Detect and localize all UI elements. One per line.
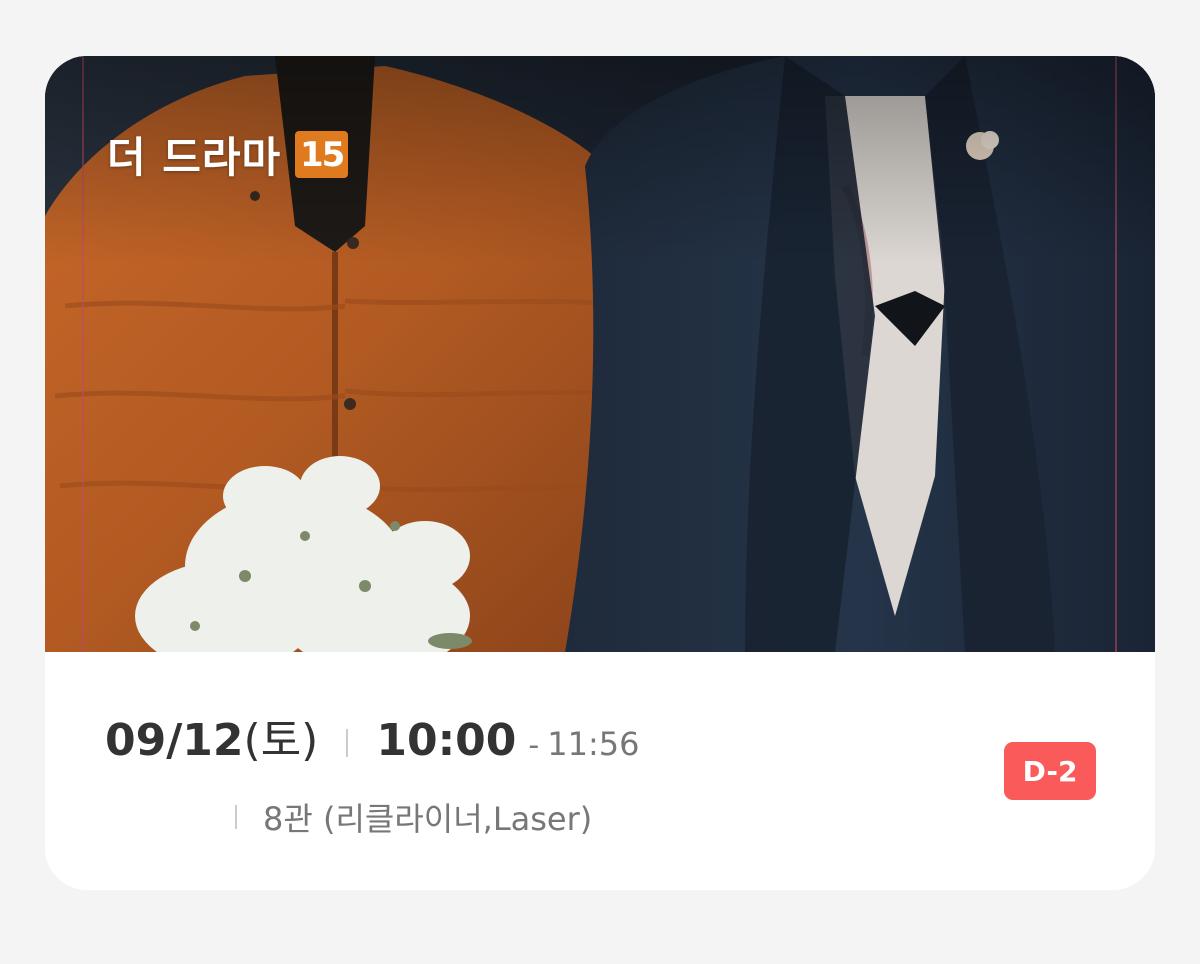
- start-time: 10:00: [376, 715, 517, 766]
- divider: [346, 729, 349, 757]
- show-date-value: 09/12: [105, 715, 244, 766]
- show-date: 09/12(토): [105, 704, 318, 768]
- booking-card[interactable]: 더 드라마 15 09/12(토) 10:00 - 11:56 8관 (리클라이…: [45, 56, 1155, 890]
- theater-row: 8관 (리클라이너,Laser): [235, 794, 592, 840]
- showtime-row: 09/12(토) 10:00 - 11:56: [105, 704, 639, 768]
- divider: [235, 805, 237, 829]
- showtime-info: 09/12(토) 10:00 - 11:56 8관 (리클라이너,Laser) …: [45, 652, 1155, 890]
- theater-name: 8관 (리클라이너,Laser): [263, 800, 593, 838]
- movie-poster-image[interactable]: 더 드라마 15: [45, 56, 1155, 652]
- movie-title: 더 드라마: [107, 133, 282, 182]
- end-time: 11:56: [547, 725, 640, 763]
- movie-title-group: 더 드라마 15: [107, 124, 349, 185]
- dday-badge: D-2: [1004, 742, 1096, 800]
- time-dash: -: [528, 728, 540, 763]
- show-day: (토): [243, 715, 319, 766]
- age-rating-badge: 15: [295, 131, 349, 178]
